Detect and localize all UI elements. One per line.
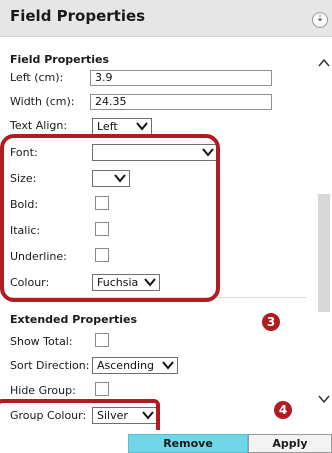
show-total-label: Show Total: xyxy=(10,335,73,348)
bold-checkbox[interactable] xyxy=(95,196,109,210)
chevron-down-icon xyxy=(162,361,174,370)
text-align-label: Text Align: xyxy=(10,119,68,132)
hide-group-checkbox[interactable] xyxy=(95,382,109,396)
show-total-checkbox[interactable] xyxy=(95,333,109,347)
section-title-extended-properties: Extended Properties xyxy=(10,313,138,326)
text-align-select[interactable]: Left xyxy=(92,118,152,135)
chevron-down-icon xyxy=(114,174,126,183)
panel-header: Field Properties ⇣ xyxy=(0,0,332,37)
group-colour-select[interactable]: Silver xyxy=(92,407,158,424)
group-colour-value: Silver xyxy=(97,409,128,422)
underline-checkbox[interactable] xyxy=(95,248,109,262)
properties-panel: Field Properties Left (cm): 3.9 Width (c… xyxy=(0,37,314,430)
annotation-badge-4: 4 xyxy=(274,401,292,419)
remove-button[interactable]: Remove xyxy=(128,434,248,453)
font-select[interactable] xyxy=(92,144,218,161)
group-colour-label: Group Colour: xyxy=(10,409,87,422)
text-align-value: Left xyxy=(97,120,118,133)
panel-footer: Remove Apply xyxy=(0,430,332,453)
chevron-down-icon xyxy=(142,411,154,420)
chevron-down-icon xyxy=(202,148,214,157)
left-input[interactable]: 3.9 xyxy=(90,70,272,86)
chevron-down-icon xyxy=(144,278,156,287)
underline-label: Underline: xyxy=(10,250,67,263)
panel-title: Field Properties xyxy=(10,7,146,25)
colour-select[interactable]: Fuchsia xyxy=(92,274,160,291)
left-label: Left (cm): xyxy=(10,71,64,84)
sort-direction-value: Ascending xyxy=(97,359,155,372)
scroll-up-icon[interactable] xyxy=(318,58,330,68)
apply-button[interactable]: Apply xyxy=(248,434,332,453)
width-label: Width (cm): xyxy=(10,95,75,108)
scroll-down-icon[interactable] xyxy=(318,394,330,404)
sort-direction-label: Sort Direction: xyxy=(10,359,90,372)
size-select[interactable] xyxy=(92,170,130,187)
hide-group-label: Hide Group: xyxy=(10,384,76,397)
font-label: Font: xyxy=(10,146,38,159)
section-title-field-properties: Field Properties xyxy=(10,53,110,66)
sort-direction-select[interactable]: Ascending xyxy=(92,357,178,374)
colour-label: Colour: xyxy=(10,276,50,289)
section-divider xyxy=(10,297,306,298)
chevron-down-icon xyxy=(136,122,148,131)
colour-value: Fuchsia xyxy=(97,276,139,289)
italic-checkbox[interactable] xyxy=(95,222,109,236)
scrollbar-thumb[interactable] xyxy=(318,194,330,312)
size-label: Size: xyxy=(10,172,37,185)
annotation-badge-3: 3 xyxy=(262,313,280,331)
italic-label: Italic: xyxy=(10,224,41,237)
width-input[interactable]: 24.35 xyxy=(90,94,272,110)
bold-label: Bold: xyxy=(10,198,39,211)
double-chevron-down-icon[interactable]: ⇣ xyxy=(312,12,328,28)
